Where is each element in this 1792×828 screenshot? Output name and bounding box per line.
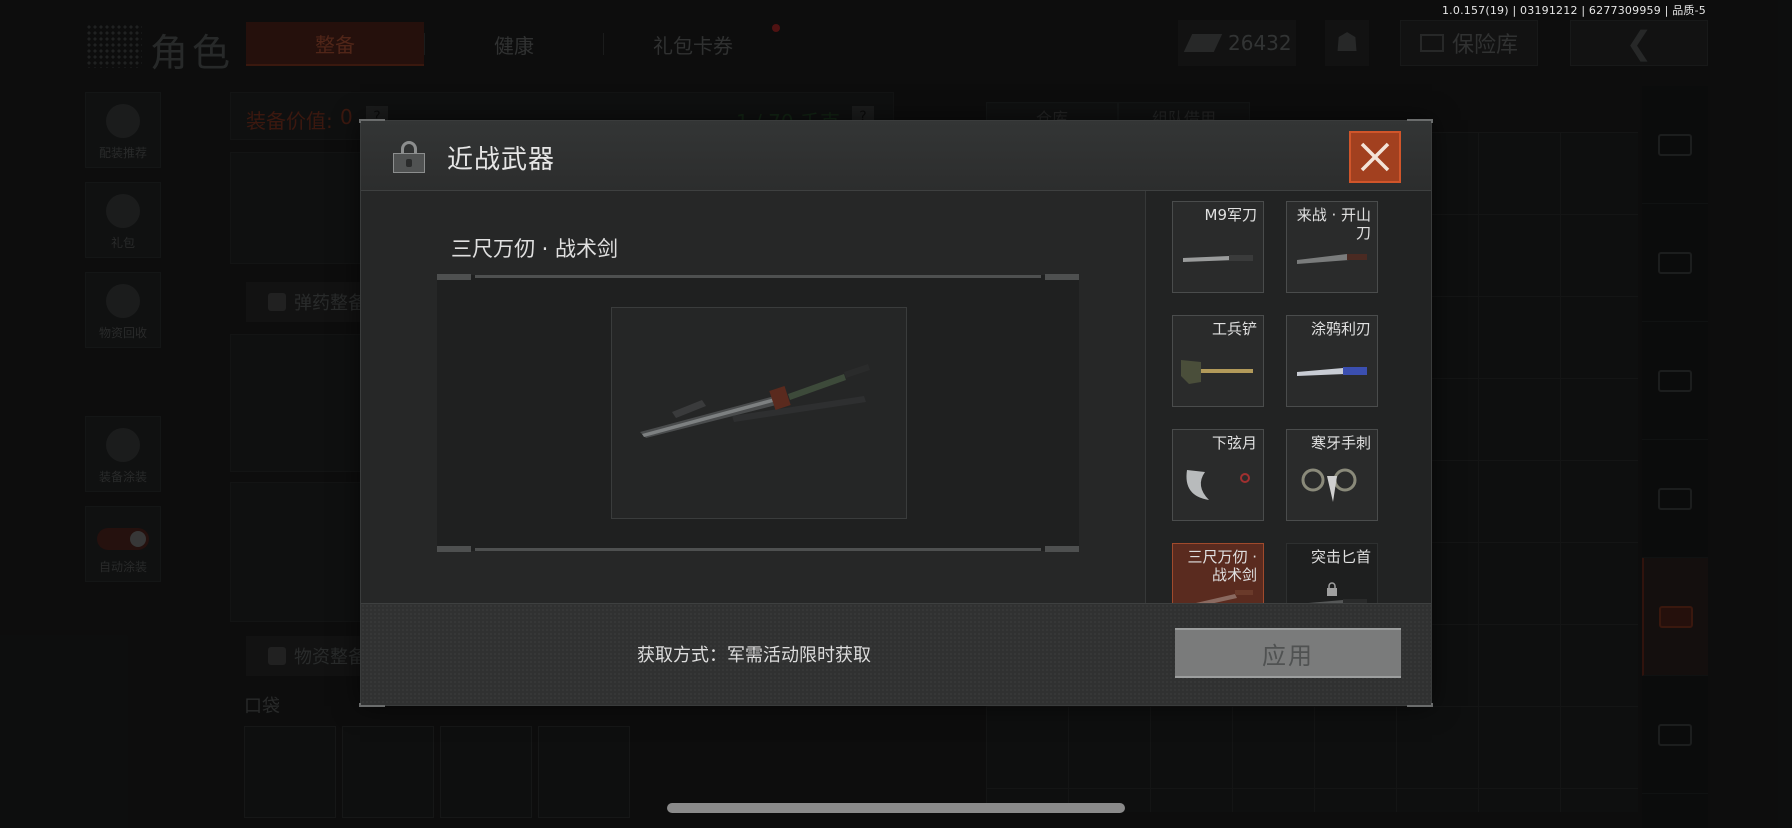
knuckle-blade-icon [1301,468,1357,502]
close-icon [1360,142,1390,172]
weapon-card-assault-dagger[interactable]: 突击匕首 [1286,543,1378,605]
weapon-preview-frame [437,274,1079,552]
frame-rail [475,275,1041,278]
weapon-card-label: 涂鸦利刃 [1310,320,1371,338]
close-button[interactable] [1349,131,1401,183]
weapon-card-karambit[interactable]: 下弦月 [1172,429,1264,521]
weapon-list[interactable]: M9军刀 来战 · 开山刀 工兵铲 涂鸦利刃 下弦月 寒牙手刺 三尺万仞 · 战… [1145,191,1431,605]
selected-weapon-name: 三尺万仞 · 战术剑 [451,237,619,261]
shovel-icon [1181,360,1253,384]
sword-icon [1187,590,1253,605]
weapon-card-knuckle-blade[interactable]: 寒牙手刺 [1286,429,1378,521]
weapon-card-label: 下弦月 [1211,434,1257,452]
version-info: 1.0.157(19) | 03191212 | 6277309959 | 品质… [1441,4,1706,17]
weapon-card-m9[interactable]: M9军刀 [1172,201,1264,293]
home-indicator[interactable] [667,803,1125,813]
modal-footer: 获取方式：军需活动限时获取 应用 [361,603,1431,705]
blade-icon [1297,367,1367,376]
karambit-icon [1186,470,1250,500]
weapon-card-label: 三尺万仞 · 战术剑 [1187,548,1257,584]
lock-icon [393,141,425,173]
tactical-sword-icon [640,364,870,438]
weapon-card-label: 突击匕首 [1310,548,1371,566]
weapon-card-label: 来战 · 开山刀 [1296,206,1371,242]
weapon-preview[interactable] [611,307,907,519]
weapon-card-label: 工兵铲 [1211,320,1257,338]
lock-icon [1327,582,1337,596]
weapon-card-machete[interactable]: 来战 · 开山刀 [1286,201,1378,293]
weapon-card-graffiti-blade[interactable]: 涂鸦利刃 [1286,315,1378,407]
weapon-card-label: M9军刀 [1204,206,1258,224]
apply-button[interactable]: 应用 [1175,628,1401,678]
frame-rail [475,548,1041,551]
weapon-card-shovel[interactable]: 工兵铲 [1172,315,1264,407]
modal-title: 近战武器 [447,145,556,175]
machete-icon [1297,254,1367,264]
knife-icon [1183,255,1253,262]
modal-header: 近战武器 [361,121,1431,191]
weapon-card-label: 寒牙手刺 [1310,434,1371,452]
weapon-card-tactical-sword[interactable]: 三尺万仞 · 战术剑 [1172,543,1264,605]
melee-weapon-modal: 近战武器 三尺万仞 · 战术剑 M9军刀 来战 · 开山刀 工兵铲 涂鸦利刃 下… [359,119,1433,707]
acquire-method-text: 获取方式：军需活动限时获取 [637,645,871,666]
